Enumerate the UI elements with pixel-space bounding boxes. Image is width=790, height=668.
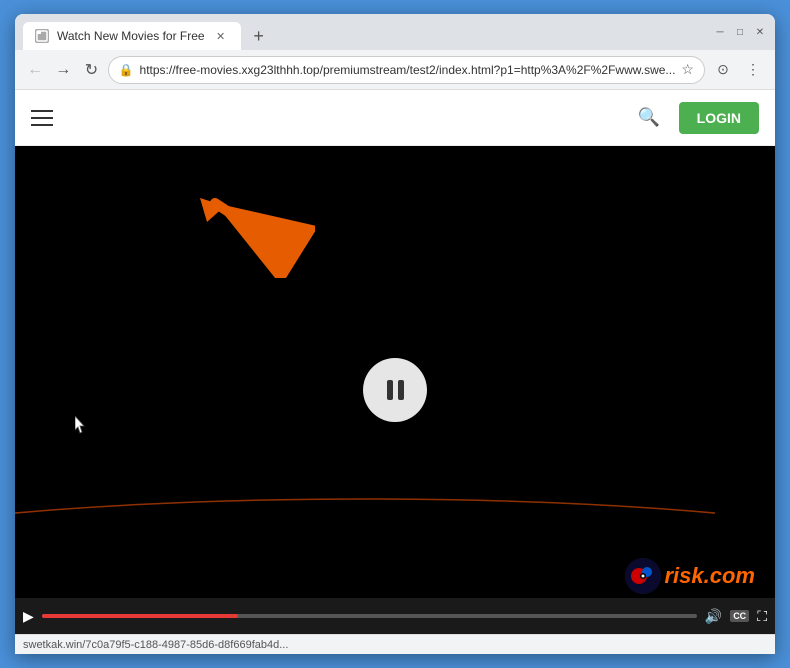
pause-bar-right [398, 380, 404, 400]
hamburger-line-3 [31, 124, 53, 126]
menu-button[interactable]: ⋮ [739, 56, 767, 84]
video-controls: ▶ 🔊 CC ⛶ [15, 598, 775, 634]
tab-close-button[interactable]: ✕ [213, 28, 229, 44]
new-tab-button[interactable]: + [245, 22, 273, 50]
nav-extra-buttons: ⊙ ⋮ [709, 56, 767, 84]
pause-button[interactable] [363, 358, 427, 422]
risk-logo [625, 558, 661, 594]
pause-bar-left [387, 380, 393, 400]
risk-watermark: risk.com [625, 558, 756, 594]
cc-button[interactable]: CC [730, 610, 749, 622]
browser-window: Watch New Movies for Free ✕ + ─ □ ✕ ← → … [15, 14, 775, 654]
back-button[interactable]: ← [23, 56, 47, 84]
site-header: 🔍 LOGIN [15, 90, 775, 146]
status-text: swetkak.win/7c0a79f5-c188-4987-85d6-d8f6… [23, 639, 288, 651]
volume-button[interactable]: 🔊 [705, 608, 722, 625]
video-progress-bar[interactable] [42, 614, 697, 618]
lock-icon: 🔒 [119, 63, 134, 77]
hamburger-line-1 [31, 110, 53, 112]
forward-button[interactable]: → [51, 56, 75, 84]
profile-button[interactable]: ⊙ [709, 56, 737, 84]
mouse-cursor [75, 416, 87, 434]
navigation-bar: ← → ↻ 🔒 https://free-movies.xxg23lthhh.t… [15, 50, 775, 90]
maximize-button[interactable]: □ [733, 25, 747, 39]
browser-tab[interactable]: Watch New Movies for Free ✕ [23, 22, 241, 50]
minimize-button[interactable]: ─ [713, 25, 727, 39]
risk-text: risk.com [665, 563, 756, 589]
video-progress-fill [42, 614, 238, 618]
pause-icon [387, 380, 404, 400]
site-search-button[interactable]: 🔍 [631, 100, 667, 136]
url-text: https://free-movies.xxg23lthhh.top/premi… [140, 63, 676, 77]
website-content: 🔍 LOGIN [15, 90, 775, 654]
hamburger-line-2 [31, 117, 53, 119]
address-bar[interactable]: 🔒 https://free-movies.xxg23lthhh.top/pre… [108, 56, 705, 84]
tab-title: Watch New Movies for Free [57, 29, 205, 43]
login-button[interactable]: LOGIN [679, 102, 759, 134]
close-button[interactable]: ✕ [753, 25, 767, 39]
video-play-button[interactable]: ▶ [23, 608, 34, 625]
hamburger-menu-button[interactable] [31, 102, 63, 134]
bookmark-icon[interactable]: ☆ [681, 61, 694, 78]
tab-area: Watch New Movies for Free ✕ + [23, 14, 709, 50]
reload-button[interactable]: ↻ [79, 56, 103, 84]
fullscreen-button[interactable]: ⛶ [757, 608, 767, 625]
window-controls: ─ □ ✕ [713, 25, 767, 39]
video-player[interactable]: risk.com ▶ 🔊 CC ⛶ [15, 146, 775, 634]
video-arc [15, 494, 715, 534]
status-bar: swetkak.win/7c0a79f5-c188-4987-85d6-d8f6… [15, 634, 775, 654]
tab-favicon [35, 29, 49, 43]
title-bar: Watch New Movies for Free ✕ + ─ □ ✕ [15, 14, 775, 50]
